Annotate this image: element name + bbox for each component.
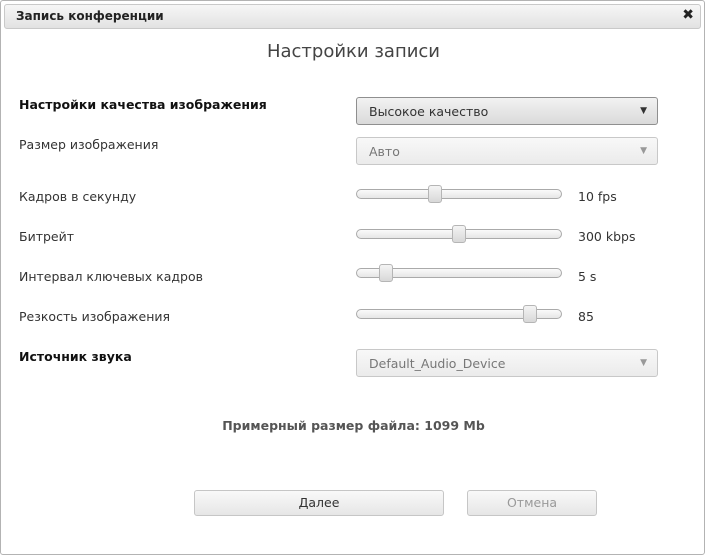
chevron-down-icon: ▼: [640, 106, 647, 116]
quality-select[interactable]: Высокое качество ▼: [356, 97, 658, 125]
page-title: Настройки записи: [266, 41, 441, 62]
keyframe-slider-handle[interactable]: [378, 264, 393, 282]
close-icon[interactable]: ✖: [682, 7, 694, 23]
sharpness-label: Резкость изображения: [19, 309, 171, 324]
recording-dialog: Запись конференции ✖ Настройки записи На…: [0, 0, 705, 555]
resolution-select-value: Авто: [369, 144, 400, 159]
keyframe-label: Интервал ключевых кадров: [19, 269, 203, 284]
keyframe-slider[interactable]: [356, 264, 562, 282]
keyframe-value: 5 s: [578, 269, 597, 284]
fps-slider[interactable]: [356, 185, 562, 203]
bitrate-slider[interactable]: [356, 225, 562, 243]
dialog-title: Запись конференции: [16, 9, 164, 23]
fps-value: 10 fps: [578, 189, 617, 204]
quality-select-value: Высокое качество: [369, 104, 489, 119]
sharpness-value: 85: [578, 309, 594, 324]
resolution-label: Размер изображения: [19, 137, 159, 152]
audio-select[interactable]: Default_Audio_Device ▼: [356, 349, 658, 377]
sharpness-slider-handle[interactable]: [523, 305, 538, 323]
chevron-down-icon: ▼: [640, 146, 647, 156]
cancel-button[interactable]: Отмена: [467, 490, 597, 516]
audio-label: Источник звука: [19, 349, 132, 364]
audio-select-value: Default_Audio_Device: [369, 356, 506, 371]
file-size-estimate: Примерный размер файла: 1099 Mb: [222, 418, 485, 433]
chevron-down-icon: ▼: [640, 358, 647, 368]
fps-label: Кадров в секунду: [19, 189, 137, 204]
sharpness-slider[interactable]: [356, 305, 562, 323]
fps-slider-handle[interactable]: [427, 185, 442, 203]
bitrate-slider-handle[interactable]: [452, 225, 466, 243]
resolution-select[interactable]: Авто ▼: [356, 137, 658, 165]
dialog-titlebar[interactable]: Запись конференции ✖: [4, 4, 701, 29]
quality-label: Настройки качества изображения: [19, 97, 267, 112]
bitrate-label: Битрейт: [19, 229, 75, 244]
bitrate-value: 300 kbps: [578, 229, 636, 244]
next-button[interactable]: Далее: [194, 490, 444, 516]
